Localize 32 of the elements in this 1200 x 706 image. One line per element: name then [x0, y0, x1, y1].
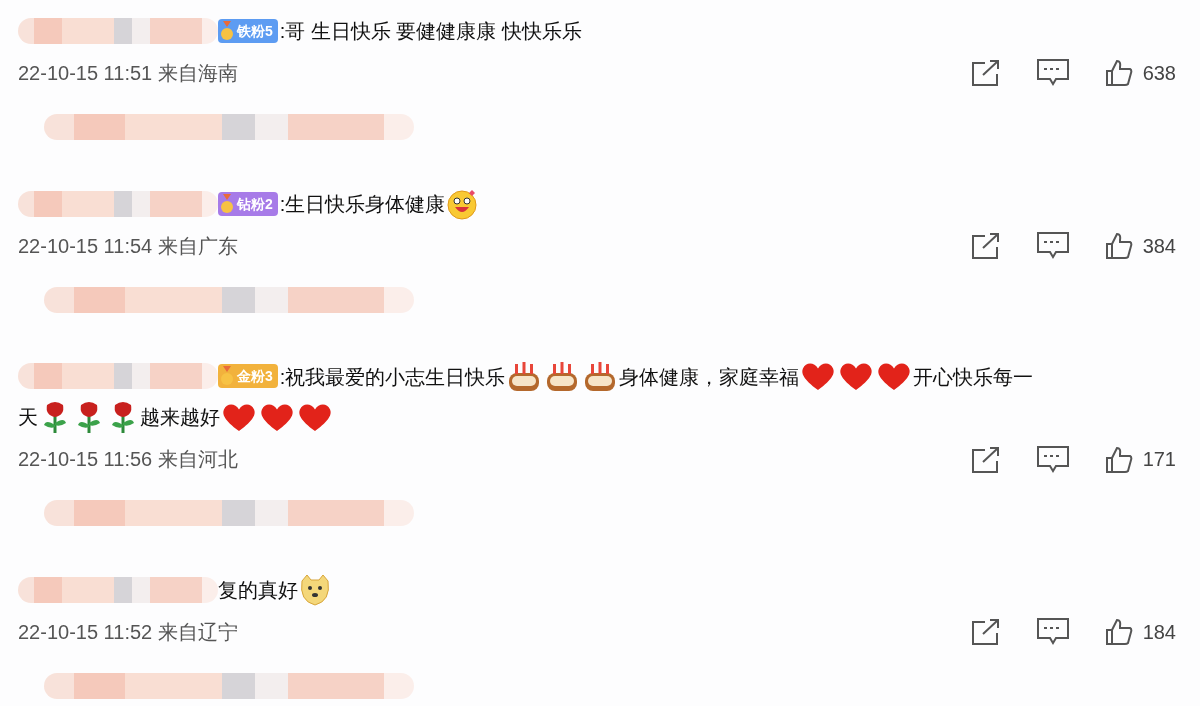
comment-time: 22-10-15 11:52 来自辽宁	[18, 619, 238, 645]
comment-icon[interactable]	[1036, 618, 1069, 647]
like-count: 638	[1142, 61, 1176, 85]
like-count: 171	[1142, 448, 1176, 472]
fan-badge: 钻粉2	[218, 191, 278, 216]
dog-face-icon	[298, 572, 332, 607]
thumbs-up-icon[interactable]	[1104, 618, 1133, 647]
like-count: 384	[1142, 234, 1176, 258]
like-count: 184	[1142, 620, 1176, 644]
comment-icon[interactable]	[1036, 59, 1069, 88]
share-icon[interactable]	[970, 619, 1001, 646]
comment-text: 开心快乐每一	[913, 365, 1034, 388]
share-icon[interactable]	[970, 60, 1001, 87]
comment-text: 身体健康，家庭幸福	[619, 365, 800, 388]
comment-time: 22-10-15 11:51 来自海南	[18, 60, 238, 86]
comment-text: :祝我最爱的小志生日快乐	[279, 365, 506, 388]
fan-badge: 金粉3	[218, 364, 278, 389]
comment-text: :哥 生日快乐 要健健康康 快快乐乐	[279, 19, 583, 42]
comment-text: :生日快乐身体健康	[279, 192, 446, 215]
fan-badge: 铁粉5	[218, 18, 278, 43]
share-icon[interactable]	[970, 233, 1001, 260]
comment-text: 复的真好	[218, 578, 298, 601]
comment-time: 22-10-15 11:56 来自河北	[18, 447, 238, 473]
thumbs-up-icon[interactable]	[1104, 445, 1133, 474]
comment-icon[interactable]	[1036, 232, 1069, 261]
comment-text: 天	[18, 406, 38, 429]
share-icon[interactable]	[970, 446, 1001, 473]
thumbs-up-icon[interactable]	[1104, 59, 1133, 88]
thumbs-up-icon[interactable]	[1104, 232, 1133, 261]
comment-time: 22-10-15 11:54 来自广东	[18, 233, 238, 259]
comment-text: 越来越好	[140, 406, 220, 429]
comment-icon[interactable]	[1036, 445, 1069, 474]
